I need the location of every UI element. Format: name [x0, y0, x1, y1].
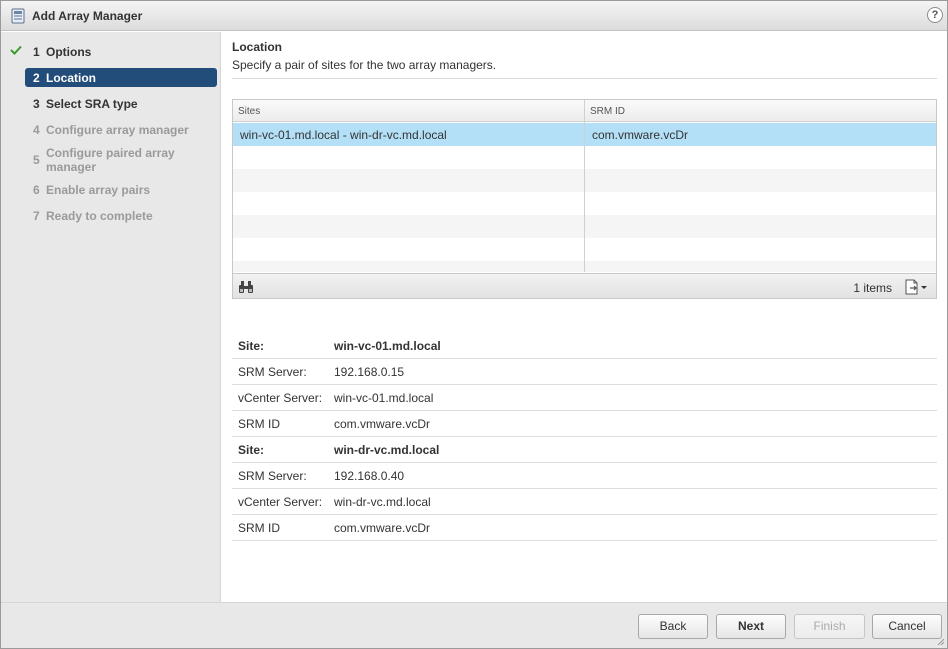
back-button[interactable]: Back: [638, 614, 708, 639]
column-header-sites[interactable]: Sites: [238, 106, 260, 117]
column-separator[interactable]: [584, 100, 585, 272]
page-title: Location: [232, 40, 282, 54]
binoculars-icon[interactable]: [238, 280, 254, 294]
check-icon: [10, 45, 22, 55]
item-count: 1 items: [853, 281, 892, 295]
detail-row-srm-id: SRM ID com.vmware.vcDr: [232, 515, 937, 541]
cell-sites: win-vc-01.md.local - win-dr-vc.md.local: [240, 128, 447, 142]
help-icon[interactable]: ?: [927, 7, 943, 23]
detail-row-site: Site: win-vc-01.md.local: [232, 333, 937, 359]
array-manager-icon: [11, 8, 25, 24]
detail-row-vcenter-server: vCenter Server: win-dr-vc.md.local: [232, 489, 937, 515]
title-bar[interactable]: Add Array Manager ?: [1, 1, 947, 31]
detail-row-srm-server: SRM Server: 192.168.0.40: [232, 463, 937, 489]
wizard-footer: Back Next Finish Cancel: [1, 602, 947, 648]
add-array-manager-dialog: Add Array Manager ? 1 Options 2 Location…: [0, 0, 948, 649]
finish-button: Finish: [794, 614, 865, 639]
page-description: Specify a pair of sites for the two arra…: [232, 58, 497, 72]
site-details: Site: win-vc-01.md.local SRM Server: 192…: [232, 333, 937, 541]
detail-row-site: Site: win-dr-vc.md.local: [232, 437, 937, 463]
wizard-steps-sidebar: 1 Options 2 Location 3 Select SRA type 4…: [1, 32, 221, 602]
grid-footer: 1 items: [233, 273, 936, 298]
step-location[interactable]: 2 Location: [25, 68, 217, 87]
next-button[interactable]: Next: [716, 614, 786, 639]
dialog-title: Add Array Manager: [32, 9, 143, 23]
export-icon[interactable]: [904, 279, 928, 295]
resize-grip-icon[interactable]: [937, 638, 945, 646]
detail-row-srm-id: SRM ID com.vmware.vcDr: [232, 411, 937, 437]
column-header-srm-id[interactable]: SRM ID: [590, 106, 625, 117]
wizard-content: Location Specify a pair of sites for the…: [222, 32, 947, 602]
cell-srm-id: com.vmware.vcDr: [592, 128, 689, 142]
detail-row-srm-server: SRM Server: 192.168.0.15: [232, 359, 937, 385]
divider: [232, 78, 937, 79]
cancel-button[interactable]: Cancel: [872, 614, 942, 639]
site-pairs-grid: Sites SRM ID win-vc-01.md.local - win-dr…: [232, 99, 937, 299]
detail-row-vcenter-server: vCenter Server: win-vc-01.md.local: [232, 385, 937, 411]
